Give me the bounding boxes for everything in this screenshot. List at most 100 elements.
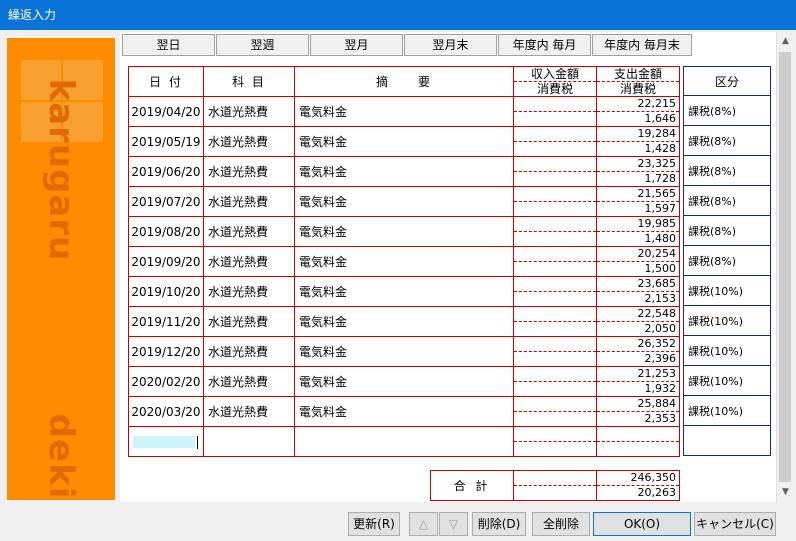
update-button[interactable]: 更新(R): [348, 512, 400, 536]
expense-cell[interactable]: 21,253 1,932: [596, 366, 680, 397]
expense-cell[interactable]: 21,565 1,597: [596, 186, 680, 217]
tab-next-month-end[interactable]: 翌月末: [404, 34, 497, 56]
scrollbar-thumb[interactable]: [779, 52, 791, 482]
account-cell[interactable]: 水道光熱費: [203, 216, 295, 247]
description-cell[interactable]: 電気料金: [294, 126, 514, 157]
account-cell[interactable]: 水道光熱費: [203, 306, 295, 337]
date-cell[interactable]: 2019/12/20: [128, 336, 204, 367]
tax-category-row[interactable]: 課税(10%): [683, 275, 771, 306]
income-cell[interactable]: [513, 336, 597, 367]
tax-category-cell[interactable]: 課税(8%): [683, 155, 771, 186]
tax-category-row[interactable]: 課税(10%): [683, 305, 771, 336]
description-cell[interactable]: 電気料金: [294, 366, 514, 397]
tax-category-cell[interactable]: 課税(8%): [683, 95, 771, 126]
move-down-button[interactable]: ▽: [439, 512, 468, 536]
description-cell[interactable]: 電気料金: [294, 216, 514, 247]
tax-category-cell[interactable]: 課税(8%): [683, 245, 771, 276]
tax-category-row[interactable]: 課税(8%): [683, 185, 771, 216]
new-entry-row[interactable]: [128, 426, 680, 457]
expense-cell[interactable]: 19,284 1,428: [596, 126, 680, 157]
tab-next-day[interactable]: 翌日: [122, 34, 215, 56]
tax-category-row[interactable]: 課税(10%): [683, 335, 771, 366]
expense-cell[interactable]: 20,254 1,500: [596, 246, 680, 277]
tab-next-week[interactable]: 翌週: [216, 34, 309, 56]
tab-fiscal-month-end[interactable]: 年度内 毎月末: [592, 34, 692, 56]
income-cell[interactable]: [513, 396, 597, 427]
description-cell[interactable]: 電気料金: [294, 186, 514, 217]
date-cell[interactable]: 2020/02/20: [128, 366, 204, 397]
date-cell[interactable]: 2020/03/20: [128, 396, 204, 427]
table-row[interactable]: 2019/05/19 水道光熱費 電気料金 19,284 1,428: [128, 126, 680, 157]
tax-category-row[interactable]: [683, 425, 771, 456]
expense-cell[interactable]: 22,548 2,050: [596, 306, 680, 337]
tax-category-cell[interactable]: 課税(10%): [683, 335, 771, 366]
tax-category-row[interactable]: 課税(10%): [683, 365, 771, 396]
table-row[interactable]: 2019/06/20 水道光熱費 電気料金 23,325 1,728: [128, 156, 680, 187]
delete-button[interactable]: 削除(D): [472, 512, 526, 536]
expense-cell[interactable]: 19,985 1,480: [596, 216, 680, 247]
account-cell[interactable]: 水道光熱費: [203, 396, 295, 427]
date-cell[interactable]: 2019/04/20: [128, 96, 204, 127]
table-row[interactable]: 2019/04/20 水道光熱費 電気料金 22,215 1,646: [128, 96, 680, 127]
new-income-input[interactable]: [513, 426, 597, 457]
tax-category-row[interactable]: 課税(8%): [683, 95, 771, 126]
income-cell[interactable]: [513, 276, 597, 307]
tax-category-row[interactable]: 課税(10%): [683, 395, 771, 426]
table-row[interactable]: 2020/02/20 水道光熱費 電気料金 21,253 1,932: [128, 366, 680, 397]
date-cell[interactable]: 2019/10/20: [128, 276, 204, 307]
income-cell[interactable]: [513, 126, 597, 157]
description-cell[interactable]: 電気料金: [294, 396, 514, 427]
description-cell[interactable]: 電気料金: [294, 156, 514, 187]
expense-cell[interactable]: 26,352 2,396: [596, 336, 680, 367]
account-cell[interactable]: 水道光熱費: [203, 366, 295, 397]
table-row[interactable]: 2019/12/20 水道光熱費 電気料金 26,352 2,396: [128, 336, 680, 367]
income-cell[interactable]: [513, 216, 597, 247]
tax-category-cell[interactable]: 課税(8%): [683, 215, 771, 246]
tab-fiscal-monthly[interactable]: 年度内 毎月: [498, 34, 591, 56]
date-cell[interactable]: 2019/05/19: [128, 126, 204, 157]
date-cell[interactable]: 2019/06/20: [128, 156, 204, 187]
new-expense-input[interactable]: [596, 426, 680, 457]
new-date-input[interactable]: [128, 426, 204, 457]
account-cell[interactable]: 水道光熱費: [203, 336, 295, 367]
expense-cell[interactable]: 22,215 1,646: [596, 96, 680, 127]
tax-category-cell[interactable]: 課税(10%): [683, 395, 771, 426]
income-cell[interactable]: [513, 366, 597, 397]
table-row[interactable]: 2019/08/20 水道光熱費 電気料金 19,985 1,480: [128, 216, 680, 247]
date-cell[interactable]: 2019/11/20: [128, 306, 204, 337]
description-cell[interactable]: 電気料金: [294, 246, 514, 277]
expense-cell[interactable]: 23,685 2,153: [596, 276, 680, 307]
tax-category-row[interactable]: 課税(8%): [683, 215, 771, 246]
expense-cell[interactable]: 25,884 2,353: [596, 396, 680, 427]
tax-category-cell[interactable]: 課税(8%): [683, 125, 771, 156]
tax-category-row[interactable]: 課税(8%): [683, 125, 771, 156]
delete-all-button[interactable]: 全削除: [532, 512, 590, 536]
account-cell[interactable]: 水道光熱費: [203, 96, 295, 127]
tab-next-month[interactable]: 翌月: [310, 34, 403, 56]
tax-category-cell[interactable]: 課税(10%): [683, 305, 771, 336]
income-cell[interactable]: [513, 306, 597, 337]
description-cell[interactable]: 電気料金: [294, 276, 514, 307]
account-cell[interactable]: 水道光熱費: [203, 276, 295, 307]
date-cell[interactable]: 2019/07/20: [128, 186, 204, 217]
new-tax-category-input[interactable]: [683, 425, 771, 456]
income-cell[interactable]: [513, 96, 597, 127]
new-description-input[interactable]: [294, 426, 514, 457]
tax-category-cell[interactable]: 課税(10%): [683, 365, 771, 396]
table-row[interactable]: 2020/03/20 水道光熱費 電気料金 25,884 2,353: [128, 396, 680, 427]
account-cell[interactable]: 水道光熱費: [203, 156, 295, 187]
tax-category-cell[interactable]: 課税(10%): [683, 275, 771, 306]
income-cell[interactable]: [513, 186, 597, 217]
table-row[interactable]: 2019/09/20 水道光熱費 電気料金 20,254 1,500: [128, 246, 680, 277]
date-cell[interactable]: 2019/08/20: [128, 216, 204, 247]
description-cell[interactable]: 電気料金: [294, 336, 514, 367]
income-cell[interactable]: [513, 156, 597, 187]
expense-cell[interactable]: 23,325 1,728: [596, 156, 680, 187]
income-cell[interactable]: [513, 246, 597, 277]
cancel-button[interactable]: キャンセル(C): [694, 512, 776, 536]
description-cell[interactable]: 電気料金: [294, 306, 514, 337]
tax-category-row[interactable]: 課税(8%): [683, 245, 771, 276]
move-up-button[interactable]: △: [409, 512, 438, 536]
date-cell[interactable]: 2019/09/20: [128, 246, 204, 277]
description-cell[interactable]: 電気料金: [294, 96, 514, 127]
